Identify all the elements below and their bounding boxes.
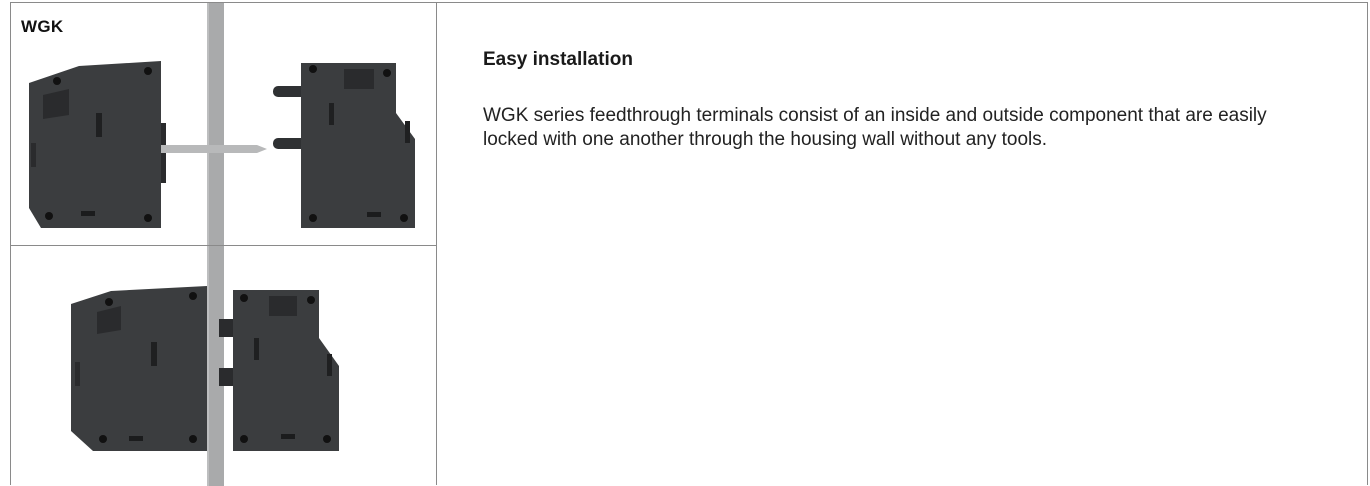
- outside-terminal-component: [273, 63, 415, 228]
- separated-terminals-image: WGK: [11, 3, 436, 246]
- content-table: WGK Easy installation WGK series feedthr…: [10, 2, 1368, 486]
- image-column: WGK: [11, 3, 437, 486]
- housing-wall: [207, 246, 224, 486]
- section-heading: Easy installation: [483, 49, 633, 70]
- assembled-terminals-image: [11, 246, 436, 486]
- connecting-pin: [161, 145, 257, 153]
- assembled-inside-component: [71, 286, 207, 451]
- housing-wall: [207, 3, 224, 245]
- section-description: WGK series feedthrough terminals consist…: [483, 105, 1267, 150]
- text-column: Easy installation WGK series feedthrough…: [437, 3, 1367, 485]
- series-label: WGK: [21, 17, 64, 36]
- assembled-outside-component: [233, 290, 339, 451]
- inside-terminal-component: [29, 61, 166, 228]
